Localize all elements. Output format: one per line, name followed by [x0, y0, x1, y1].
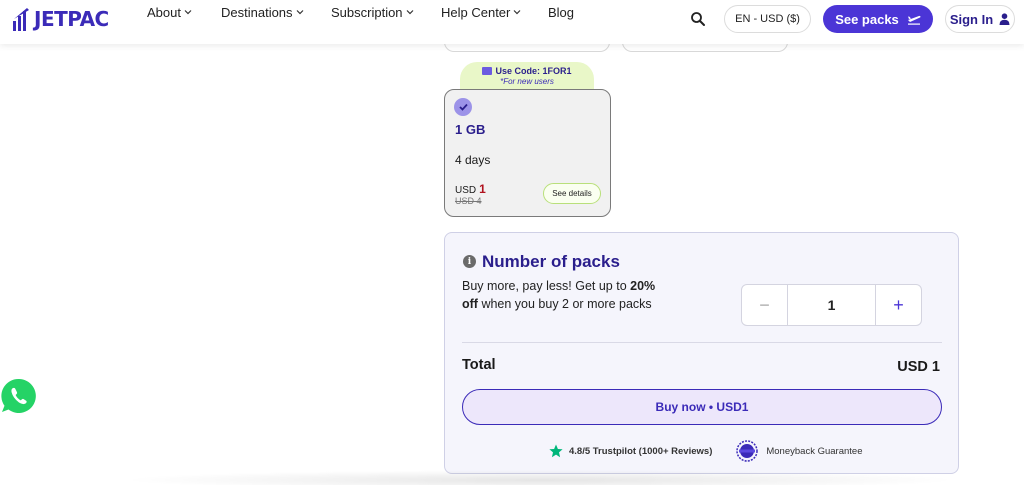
nav-destinations[interactable]: Destinations	[221, 5, 304, 20]
chevron-down-icon	[513, 10, 521, 15]
nav-help-center-label: Help Center	[441, 4, 511, 20]
quantity-value[interactable]: 1	[788, 285, 875, 325]
trust-badges: 4.8/5 Trustpilot (1000+ Reviews) Moneyba…	[549, 440, 862, 462]
pack-duration: 4 days	[455, 153, 491, 167]
nav-subscription[interactable]: Subscription	[331, 5, 414, 20]
pack-price-currency: USD	[455, 185, 477, 196]
total-value: USD 1	[897, 359, 940, 375]
panel-description: Buy more, pay less! Get up to 20% off wh…	[462, 277, 672, 313]
pack-price-amount: 1	[479, 182, 486, 196]
language-currency-label: EN - USD ($)	[735, 13, 800, 25]
whatsapp-icon[interactable]	[0, 377, 38, 415]
nav-about[interactable]: About	[147, 5, 192, 20]
see-packs-label: See packs	[835, 11, 899, 27]
moneyback-badge-icon	[736, 440, 759, 462]
nav-about-label: About	[147, 4, 181, 20]
panel-desc-line1: Buy more, pay less! Get up to	[462, 279, 627, 293]
pack-original-price: USD 4	[455, 196, 482, 206]
pack-card-selected[interactable]: 1 GB 4 days USD 1 USD 4 See details	[444, 89, 611, 217]
nav-blog-label: Blog	[548, 4, 575, 20]
logo-bars-icon	[13, 8, 29, 31]
chevron-down-icon	[184, 10, 192, 15]
panel-title: Number of packs	[482, 252, 620, 271]
pack-price: USD 1	[455, 182, 486, 196]
total-label: Total	[462, 357, 496, 373]
promo-code-label: Use Code: 1FOR1	[495, 66, 572, 76]
moneyback-guarantee: Moneyback Guarantee	[766, 445, 863, 457]
see-details-label: See details	[552, 189, 592, 198]
plane-icon	[907, 15, 921, 25]
promo-code: Use Code: 1FOR1	[460, 66, 594, 76]
sign-in-label: Sign In	[949, 11, 994, 27]
user-icon	[999, 13, 1010, 25]
promo-subtext: *For new users	[500, 77, 554, 86]
pack-data-amount: 1 GB	[455, 122, 486, 137]
nav-help-center[interactable]: Help Center	[441, 5, 521, 20]
panel-desc-line2: when you buy 2 or more packs	[477, 297, 652, 311]
buy-now-button[interactable]: Buy now • USD1	[462, 389, 942, 425]
sign-in-button[interactable]: Sign In	[945, 5, 1015, 33]
trustpilot-rating: 4.8/5 Trustpilot (1000+ Reviews)	[569, 445, 713, 457]
quantity-stepper: − 1 +	[741, 284, 922, 326]
info-icon[interactable]: i	[463, 255, 476, 268]
number-of-packs-panel: i Number of packs Buy more, pay less! Ge…	[444, 232, 959, 474]
bottom-shadow	[120, 470, 960, 485]
nav-blog[interactable]: Blog	[548, 5, 574, 20]
decrease-quantity-button[interactable]: −	[742, 285, 788, 325]
nav-destinations-label: Destinations	[221, 4, 293, 20]
chevron-down-icon	[406, 10, 413, 15]
page: JETPAC About Destinations Subscription H…	[0, 0, 1024, 485]
see-details-button[interactable]: See details	[543, 183, 601, 204]
search-icon[interactable]	[690, 11, 706, 27]
jetpac-logo[interactable]: JETPAC	[12, 6, 109, 32]
language-currency-selector[interactable]: EN - USD ($)	[724, 5, 811, 33]
chevron-down-icon	[296, 10, 303, 15]
check-icon	[454, 98, 472, 116]
nav-subscription-label: Subscription	[331, 4, 403, 20]
ticket-icon	[482, 67, 493, 75]
logo-text: JETPAC	[34, 7, 109, 31]
top-navbar: JETPAC About Destinations Subscription H…	[0, 0, 1024, 44]
see-packs-button[interactable]: See packs	[823, 5, 933, 33]
buy-now-label: Buy now • USD1	[655, 400, 749, 414]
increase-quantity-button[interactable]: +	[875, 285, 921, 325]
divider	[462, 342, 942, 343]
star-icon	[549, 444, 563, 458]
